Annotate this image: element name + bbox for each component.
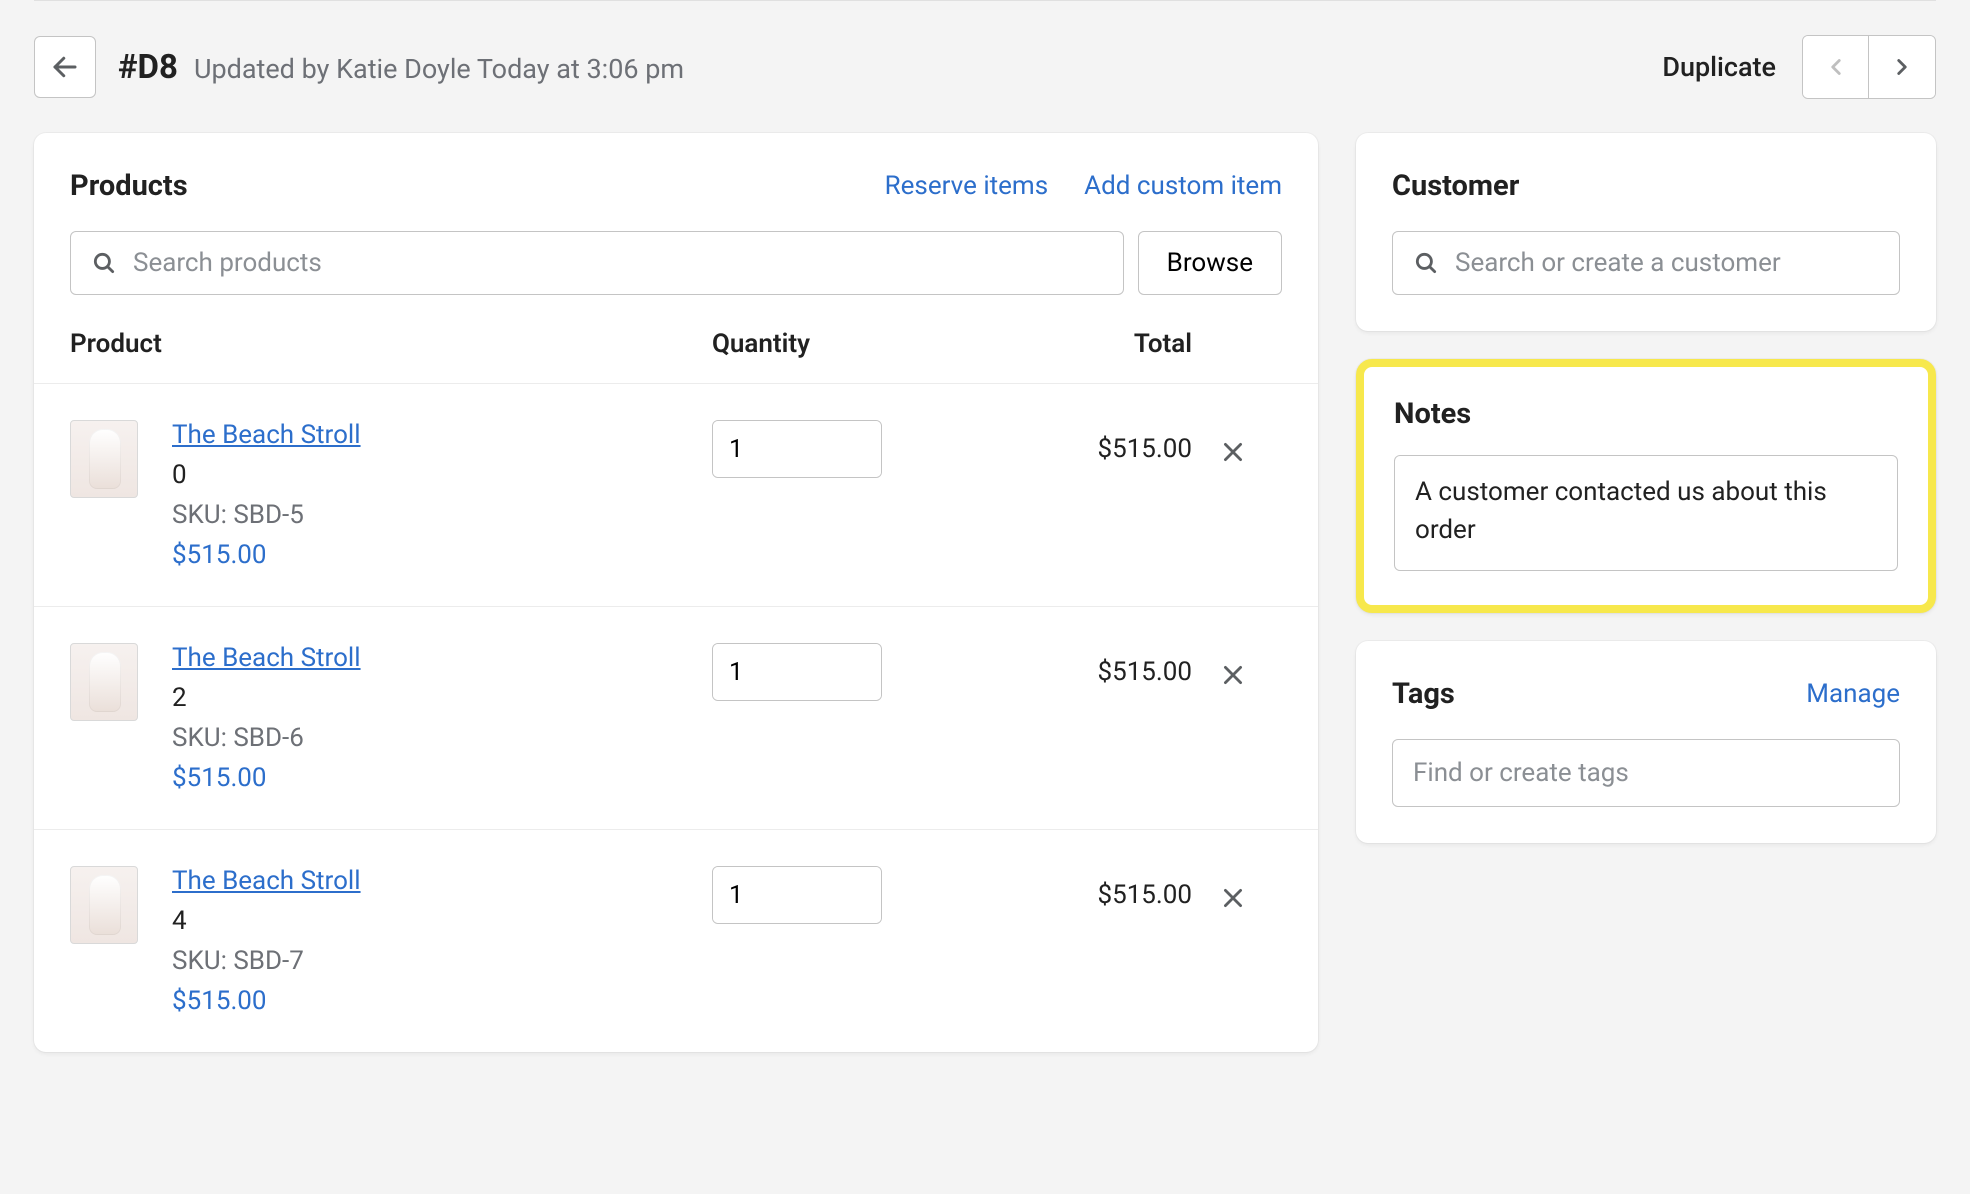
duplicate-button[interactable]: Duplicate bbox=[1662, 51, 1776, 83]
product-search[interactable] bbox=[70, 231, 1124, 295]
notes-card: Notes bbox=[1356, 359, 1936, 613]
row-total: $515.00 bbox=[942, 643, 1202, 687]
close-icon bbox=[1220, 662, 1246, 688]
tags-card: Tags Manage bbox=[1356, 641, 1936, 843]
product-sku: SKU: SBD-5 bbox=[172, 500, 361, 530]
customer-card: Customer bbox=[1356, 133, 1936, 331]
remove-row-button[interactable] bbox=[1220, 430, 1264, 474]
product-search-input[interactable] bbox=[133, 248, 1103, 278]
product-name-link[interactable]: The Beach Stroll bbox=[172, 866, 361, 896]
add-custom-item-link[interactable]: Add custom item bbox=[1084, 171, 1282, 201]
search-icon bbox=[1413, 250, 1439, 276]
product-variant: 2 bbox=[172, 683, 361, 713]
chevron-left-icon bbox=[1823, 54, 1849, 80]
product-name-link[interactable]: The Beach Stroll bbox=[172, 420, 361, 450]
product-thumbnail bbox=[70, 866, 138, 944]
reserve-items-link[interactable]: Reserve items bbox=[885, 171, 1049, 201]
quantity-stepper[interactable]: ▲ ▼ bbox=[712, 866, 882, 924]
next-button[interactable] bbox=[1869, 36, 1935, 98]
product-price: $515.00 bbox=[172, 986, 361, 1016]
th-quantity: Quantity bbox=[682, 329, 942, 359]
product-name-link[interactable]: The Beach Stroll bbox=[172, 643, 361, 673]
search-icon bbox=[91, 250, 117, 276]
th-product: Product bbox=[70, 329, 682, 359]
product-row: The Beach Stroll 0 SKU: SBD-5 $515.00 ▲ … bbox=[34, 384, 1318, 607]
products-table-head: Product Quantity Total bbox=[34, 329, 1318, 384]
product-variant: 4 bbox=[172, 906, 361, 936]
row-total: $515.00 bbox=[942, 866, 1202, 910]
product-thumbnail bbox=[70, 643, 138, 721]
order-meta: Updated by Katie Doyle Today at 3:06 pm bbox=[194, 53, 684, 85]
product-price: $515.00 bbox=[172, 540, 361, 570]
products-card: Products Reserve items Add custom item B… bbox=[34, 133, 1318, 1052]
products-title: Products bbox=[70, 169, 188, 203]
arrow-left-icon bbox=[50, 52, 80, 82]
quantity-input[interactable] bbox=[713, 421, 882, 477]
close-icon bbox=[1220, 885, 1246, 911]
pager bbox=[1802, 35, 1936, 99]
prev-button[interactable] bbox=[1803, 36, 1869, 98]
notes-textarea[interactable] bbox=[1394, 455, 1898, 571]
product-price: $515.00 bbox=[172, 763, 361, 793]
quantity-stepper[interactable]: ▲ ▼ bbox=[712, 420, 882, 478]
back-button[interactable] bbox=[34, 36, 96, 98]
quantity-stepper[interactable]: ▲ ▼ bbox=[712, 643, 882, 701]
chevron-right-icon bbox=[1889, 54, 1915, 80]
customer-search-input[interactable] bbox=[1455, 248, 1879, 278]
notes-title: Notes bbox=[1394, 397, 1898, 431]
browse-button[interactable]: Browse bbox=[1138, 231, 1282, 295]
product-sku: SKU: SBD-7 bbox=[172, 946, 361, 976]
quantity-input[interactable] bbox=[713, 867, 882, 923]
customer-search[interactable] bbox=[1392, 231, 1900, 295]
close-icon bbox=[1220, 439, 1246, 465]
page-header: #D8 Updated by Katie Doyle Today at 3:06… bbox=[34, 35, 1936, 99]
quantity-input[interactable] bbox=[713, 644, 882, 700]
manage-tags-link[interactable]: Manage bbox=[1806, 679, 1900, 709]
product-row: The Beach Stroll 4 SKU: SBD-7 $515.00 ▲ … bbox=[34, 830, 1318, 1052]
remove-row-button[interactable] bbox=[1220, 876, 1264, 920]
product-row: The Beach Stroll 2 SKU: SBD-6 $515.00 ▲ … bbox=[34, 607, 1318, 830]
th-total: Total bbox=[942, 329, 1202, 359]
tags-title: Tags bbox=[1392, 677, 1455, 711]
row-total: $515.00 bbox=[942, 420, 1202, 464]
tags-input[interactable] bbox=[1392, 739, 1900, 807]
product-variant: 0 bbox=[172, 460, 361, 490]
product-sku: SKU: SBD-6 bbox=[172, 723, 361, 753]
customer-title: Customer bbox=[1392, 169, 1900, 203]
product-thumbnail bbox=[70, 420, 138, 498]
remove-row-button[interactable] bbox=[1220, 653, 1264, 697]
order-title: #D8 bbox=[118, 48, 178, 87]
